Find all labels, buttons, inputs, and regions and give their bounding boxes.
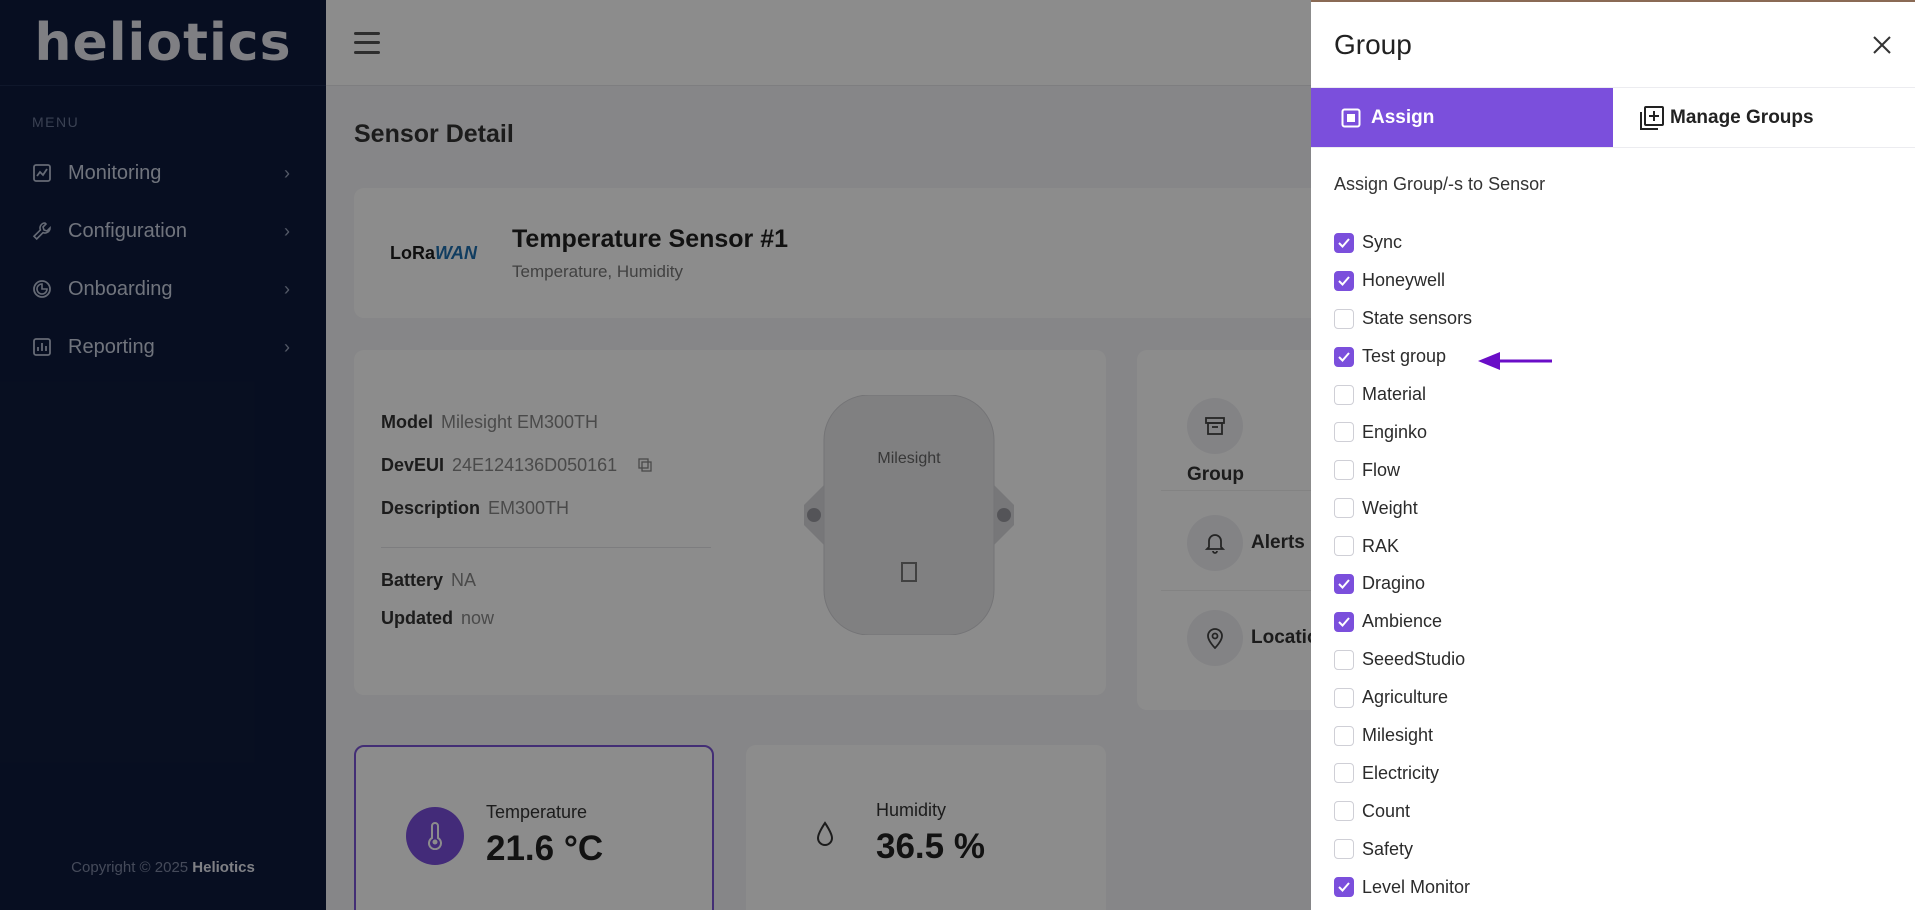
checkmark-icon — [1338, 351, 1350, 362]
group-label: Agriculture — [1362, 687, 1449, 708]
checkmark-icon — [1338, 579, 1350, 589]
close-button[interactable] — [1865, 28, 1899, 62]
checkmark-icon — [1338, 276, 1350, 286]
group-checkbox[interactable] — [1334, 536, 1354, 557]
group-checkbox-item[interactable]: Level Monitor — [1334, 868, 1472, 906]
group-checkbox[interactable] — [1334, 308, 1354, 329]
group-label: Dragino — [1362, 573, 1426, 594]
group-checkbox[interactable] — [1334, 270, 1354, 291]
assign-title: Assign Group/-s to Sensor — [1334, 174, 1546, 194]
group-label: SeeedStudio — [1362, 649, 1466, 670]
group-checkbox[interactable] — [1334, 498, 1354, 519]
close-icon — [1873, 35, 1891, 54]
group-checkbox-item[interactable]: State sensors — [1334, 300, 1472, 338]
group-label: Enginko — [1362, 421, 1428, 442]
group-checkbox[interactable] — [1334, 687, 1354, 708]
checkmark-icon — [1338, 238, 1350, 248]
modal-backdrop[interactable] — [0, 0, 1311, 910]
group-label: Ambience — [1362, 611, 1443, 632]
group-checkbox-item[interactable]: Safety — [1334, 830, 1472, 868]
group-label: Milesight — [1362, 725, 1434, 746]
group-label: Count — [1362, 800, 1411, 821]
drawer-title: Group — [1334, 28, 1412, 60]
tab-manage-groups[interactable]: Manage Groups — [1613, 88, 1915, 147]
group-checkbox-item[interactable]: Electricity — [1334, 754, 1472, 792]
group-label: Electricity — [1362, 762, 1440, 783]
group-checkbox[interactable] — [1334, 877, 1354, 898]
group-label: Test group — [1362, 346, 1447, 367]
group-checkbox-item[interactable]: Agriculture — [1334, 679, 1472, 717]
group-checkbox[interactable] — [1334, 422, 1354, 443]
group-label: Honeywell — [1362, 270, 1446, 291]
group-checkbox-item[interactable]: Flow — [1334, 451, 1472, 489]
group-checkbox-item[interactable]: Weight — [1334, 489, 1472, 527]
tab-manage-groups-label: Manage Groups — [1670, 106, 1814, 128]
group-label: Safety — [1362, 838, 1414, 859]
add-group-icon — [1638, 104, 1666, 132]
group-label: Level Monitor — [1362, 876, 1471, 897]
group-checkbox-item[interactable]: Dragino — [1334, 565, 1472, 603]
group-checkbox-item[interactable]: Test group — [1334, 338, 1472, 376]
group-checkbox[interactable] — [1334, 611, 1354, 632]
group-checkbox[interactable] — [1334, 573, 1354, 594]
group-checkbox-item[interactable]: RAK — [1334, 527, 1472, 565]
group-checkbox[interactable] — [1334, 839, 1354, 860]
group-checkbox-list: Sync Honeywell State sensors Test group Mate… — [1334, 224, 1472, 906]
group-checkbox[interactable] — [1334, 801, 1354, 822]
group-checkbox[interactable] — [1334, 384, 1354, 405]
drawer-tabs: Assign Manage Groups — [1311, 88, 1915, 148]
tab-assign-label: Assign — [1371, 106, 1435, 128]
group-checkbox[interactable] — [1334, 460, 1354, 481]
group-label: Sync — [1362, 232, 1403, 253]
group-label: Weight — [1362, 497, 1418, 518]
group-checkbox[interactable] — [1334, 763, 1354, 784]
group-checkbox[interactable] — [1334, 649, 1354, 670]
checkmark-icon — [1338, 617, 1350, 627]
group-checkbox-item[interactable]: Sync — [1334, 224, 1472, 262]
assign-icon — [1341, 108, 1361, 128]
group-checkbox-item[interactable]: Milesight — [1334, 717, 1472, 755]
group-checkbox-item[interactable]: Ambience — [1334, 603, 1472, 641]
group-checkbox[interactable] — [1334, 725, 1354, 746]
checkmark-icon — [1338, 882, 1350, 893]
group-checkbox[interactable] — [1334, 232, 1354, 253]
group-label: State sensors — [1362, 308, 1473, 329]
group-label: Flow — [1362, 459, 1401, 480]
group-checkbox-item[interactable]: Count — [1334, 792, 1472, 830]
group-checkbox-item[interactable]: SeeedStudio — [1334, 641, 1472, 679]
group-label: RAK — [1362, 535, 1400, 556]
group-label: Material — [1362, 384, 1427, 404]
group-checkbox-item[interactable]: Enginko — [1334, 413, 1472, 451]
pointer-arrow — [1478, 350, 1554, 377]
group-checkbox[interactable] — [1334, 346, 1354, 367]
group-checkbox-item[interactable]: Material — [1334, 376, 1472, 414]
tab-assign[interactable]: Assign — [1311, 88, 1613, 147]
group-drawer: Group Assign Manage Groups Assign Group/… — [1311, 0, 1915, 910]
drawer-header: Group — [1311, 2, 1915, 88]
group-checkbox-item[interactable]: Honeywell — [1334, 262, 1472, 300]
